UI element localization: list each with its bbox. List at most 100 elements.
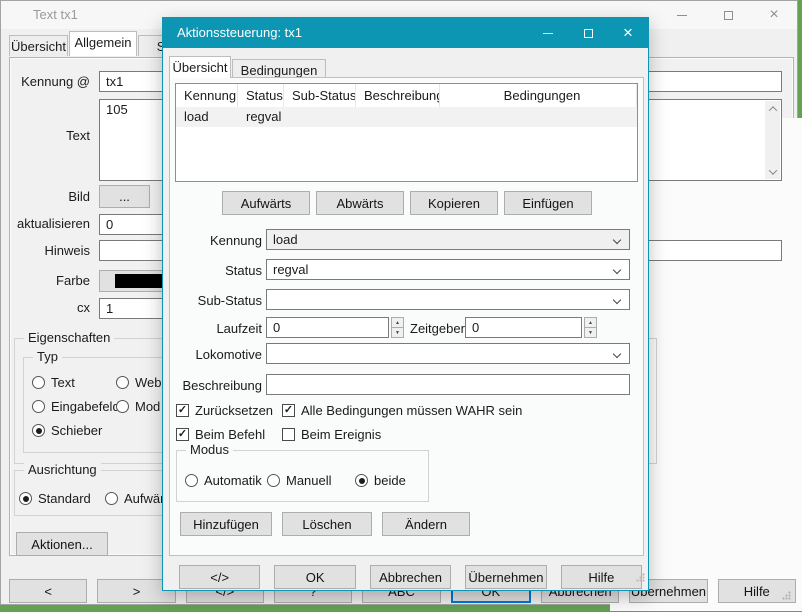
radio-typ-web[interactable]: Web xyxy=(116,375,162,390)
spin-up-icon[interactable]: ▲ xyxy=(391,317,404,328)
radio-modus-beide[interactable]: beide xyxy=(355,473,406,488)
dialog-button-row: </> OK Abbrechen Übernehmen Hilfe xyxy=(179,565,642,589)
actions-table[interactable]: Kennung Status Sub-Status Beschreibung B… xyxy=(175,83,638,182)
radio-typ-schieber[interactable]: Schieber xyxy=(32,423,102,438)
spin-down-icon[interactable]: ▼ xyxy=(391,328,404,338)
zeitgeber-input[interactable]: 0 xyxy=(465,317,582,338)
radio-typ-eingabefeld[interactable]: Eingabefeld xyxy=(32,399,120,414)
scroll-up-icon[interactable] xyxy=(765,101,780,116)
radio-icon xyxy=(116,400,129,413)
table-row[interactable]: load regval xyxy=(176,107,637,127)
prev-button[interactable]: < xyxy=(9,579,87,603)
dialog-close-button[interactable]: × xyxy=(608,18,648,48)
radio-icon xyxy=(105,492,118,505)
checkbox-unchecked-icon xyxy=(282,428,295,441)
dialog-code-button[interactable]: </> xyxy=(179,565,260,589)
col-substatus[interactable]: Sub-Status xyxy=(284,84,356,107)
minimize-icon xyxy=(543,33,553,34)
dialog-tab-bedingungen[interactable]: Bedingungen xyxy=(232,59,326,78)
radio-selected-icon xyxy=(19,492,32,505)
laufzeit-spinner[interactable]: ▲▼ xyxy=(391,317,404,338)
dialog-apply-button[interactable]: Übernehmen xyxy=(465,565,546,589)
parent-tab-uebersicht[interactable]: Übersicht xyxy=(9,35,68,56)
radio-icon xyxy=(32,376,45,389)
laufzeit-input[interactable]: 0 xyxy=(266,317,389,338)
dialog-help-button[interactable]: Hilfe xyxy=(561,565,642,589)
parent-tab-allgemein[interactable]: Allgemein xyxy=(69,31,137,56)
eigenschaften-group-title: Eigenschaften xyxy=(24,330,114,345)
col-kennung[interactable]: Kennung xyxy=(176,84,238,107)
radio-selected-icon xyxy=(32,424,45,437)
chevron-down-icon xyxy=(613,296,621,304)
action-control-dialog: Aktionssteuerung: tx1 × Übersicht Beding… xyxy=(162,17,649,591)
chevron-down-icon xyxy=(613,236,621,244)
radio-icon xyxy=(267,474,280,487)
spin-up-icon[interactable]: ▲ xyxy=(584,317,597,328)
parent-resize-grip-icon[interactable] xyxy=(782,591,791,600)
scroll-down-icon[interactable] xyxy=(765,164,780,179)
dialog-resize-grip-icon[interactable] xyxy=(636,573,645,582)
parent-close-button[interactable]: × xyxy=(751,1,797,29)
dialog-title: Aktionssteuerung: tx1 xyxy=(177,25,302,40)
maximize-icon xyxy=(584,29,593,38)
kennung-combobox[interactable]: load xyxy=(266,229,630,250)
farbe-label: Farbe xyxy=(14,273,90,288)
checkbox-checked-icon: ✓ xyxy=(176,404,189,417)
radio-ausrichtung-standard[interactable]: Standard xyxy=(19,491,91,506)
spin-down-icon[interactable]: ▼ xyxy=(584,328,597,338)
aufwaerts-button[interactable]: Aufwärts xyxy=(222,191,310,215)
zeitgeber-label: Zeitgeber xyxy=(410,321,460,336)
chevron-down-icon xyxy=(613,266,621,274)
alle-bedingungen-checkbox[interactable]: ✓Alle Bedingungen müssen WAHR sein xyxy=(282,403,522,418)
dialog-maximize-button[interactable] xyxy=(568,18,608,48)
beschreibung-label: Beschreibung xyxy=(176,378,262,393)
col-status[interactable]: Status xyxy=(238,84,284,107)
checkbox-checked-icon: ✓ xyxy=(282,404,295,417)
dialog-tab-uebersicht[interactable]: Übersicht xyxy=(169,56,231,78)
col-bedingungen[interactable]: Bedingungen xyxy=(440,84,637,107)
hinzufuegen-button[interactable]: Hinzufügen xyxy=(180,512,272,536)
bild-label: Bild xyxy=(14,189,90,204)
radio-modus-automatik[interactable]: Automatik xyxy=(185,473,262,488)
parent-maximize-button[interactable] xyxy=(705,1,751,29)
beim-befehl-checkbox[interactable]: ✓Beim Befehl xyxy=(176,427,265,442)
einfuegen-button[interactable]: Einfügen xyxy=(504,191,592,215)
radio-typ-text[interactable]: Text xyxy=(32,375,75,390)
modus-group: Modus Automatik Manuell beide xyxy=(176,450,429,502)
lokomotive-combobox[interactable] xyxy=(266,343,630,364)
radio-modus-manuell[interactable]: Manuell xyxy=(267,473,332,488)
bild-browse-button[interactable]: ... xyxy=(99,185,150,208)
beschreibung-input[interactable] xyxy=(266,374,630,395)
text-scrollbar[interactable] xyxy=(765,101,780,179)
beim-ereignis-checkbox[interactable]: Beim Ereignis xyxy=(282,427,381,442)
ausrichtung-group-title: Ausrichtung xyxy=(24,462,101,477)
dialog-cancel-button[interactable]: Abbrechen xyxy=(370,565,451,589)
zuruecksetzen-checkbox[interactable]: ✓Zurücksetzen xyxy=(176,403,273,418)
kopieren-button[interactable]: Kopieren xyxy=(410,191,498,215)
minimize-icon xyxy=(677,15,687,16)
dialog-tab-page: Kennung Status Sub-Status Beschreibung B… xyxy=(169,77,644,556)
aktualisieren-label: aktualisieren xyxy=(14,216,90,231)
dialog-ok-button[interactable]: OK xyxy=(274,565,355,589)
aktionen-button[interactable]: Aktionen... xyxy=(16,532,108,556)
aendern-button[interactable]: Ändern xyxy=(382,512,470,536)
radio-typ-mod[interactable]: Mod xyxy=(116,399,160,414)
close-icon: × xyxy=(623,23,633,43)
radio-icon xyxy=(185,474,198,487)
maximize-icon xyxy=(724,11,733,20)
dialog-minimize-button[interactable] xyxy=(528,18,568,48)
abwaerts-button[interactable]: Abwärts xyxy=(316,191,404,215)
zeitgeber-spinner[interactable]: ▲▼ xyxy=(584,317,597,338)
laufzeit-label: Laufzeit xyxy=(176,321,262,336)
substatus-combobox[interactable] xyxy=(266,289,630,310)
status-combobox[interactable]: regval xyxy=(266,259,630,280)
modus-group-title: Modus xyxy=(186,442,233,457)
typ-group-title: Typ xyxy=(33,349,62,364)
col-beschreibung[interactable]: Beschreibung xyxy=(356,84,440,107)
radio-icon xyxy=(32,400,45,413)
loeschen-button[interactable]: Löschen xyxy=(282,512,372,536)
substatus-label: Sub-Status xyxy=(176,293,262,308)
checkbox-checked-icon: ✓ xyxy=(176,428,189,441)
lokomotive-label: Lokomotive xyxy=(176,347,262,362)
parent-minimize-button[interactable] xyxy=(659,1,705,29)
